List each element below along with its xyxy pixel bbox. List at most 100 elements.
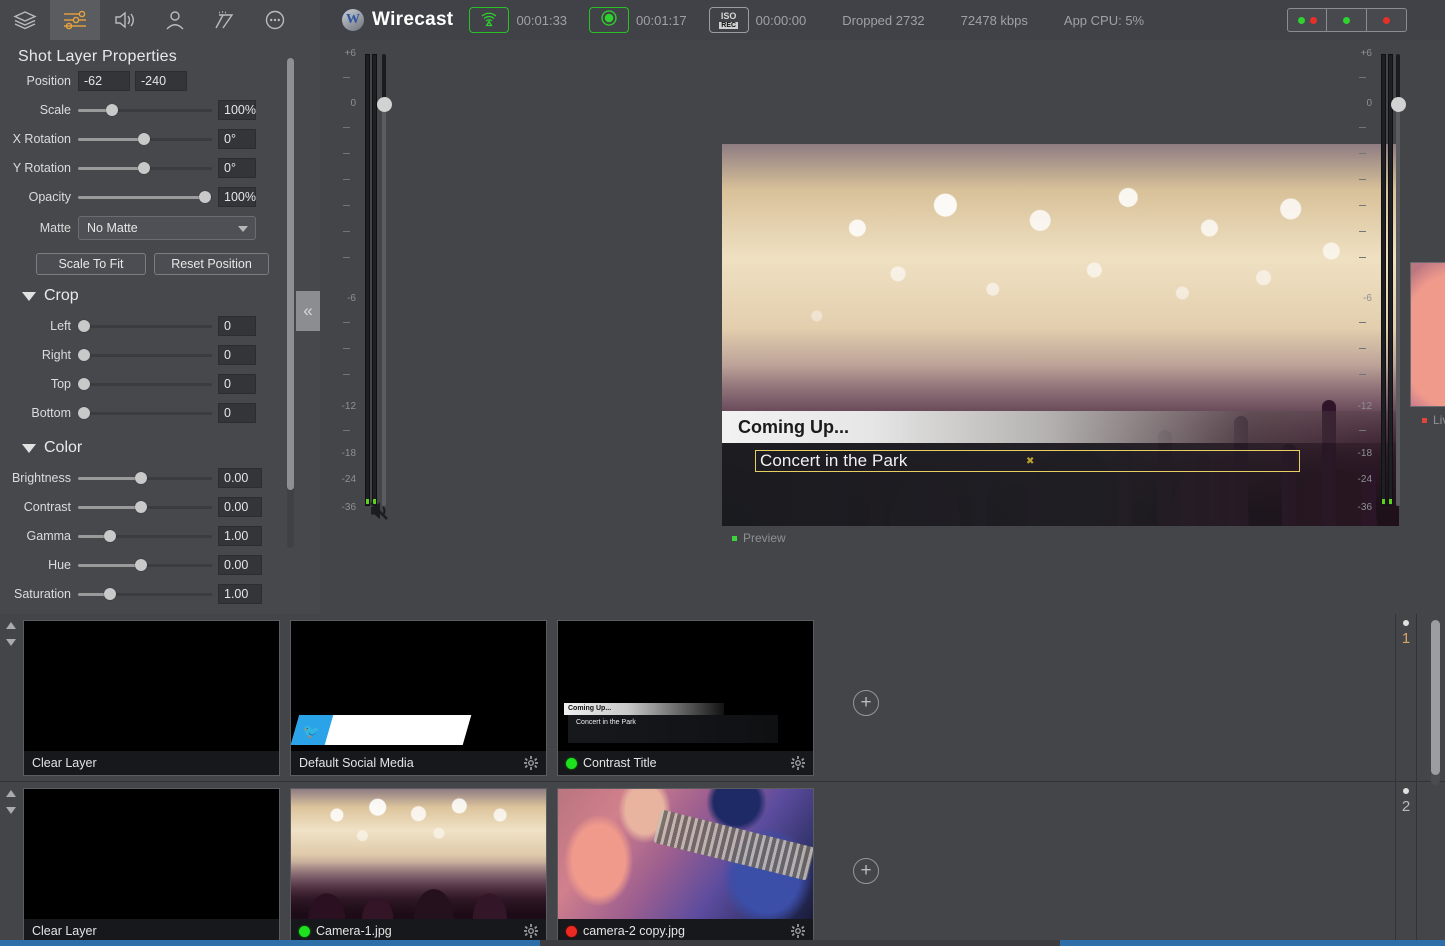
- brightness-value[interactable]: 0.00: [218, 468, 262, 488]
- hue-slider[interactable]: [78, 555, 212, 575]
- shot-thumbnail: [24, 789, 279, 919]
- add-shot-button-row-2[interactable]: +: [853, 858, 879, 884]
- crop-bottom-slider[interactable]: [78, 403, 212, 423]
- shot-name: Default Social Media: [299, 756, 518, 770]
- add-shot-button-row-1[interactable]: +: [853, 690, 879, 716]
- saturation-slider[interactable]: [78, 584, 212, 604]
- shot-default-social-media[interactable]: 🐦 Default Social Media: [290, 620, 547, 776]
- crop-bottom-value[interactable]: 0: [218, 403, 256, 423]
- meter-tick: -18: [1358, 448, 1372, 459]
- collapse-panel-button[interactable]: «: [296, 291, 320, 331]
- preview-volume-fader[interactable]: [382, 54, 386, 506]
- contrast-value[interactable]: 0.00: [218, 497, 262, 517]
- brightness-row: Brightness 0.00: [0, 463, 320, 492]
- live-volume-fader[interactable]: [1396, 54, 1400, 506]
- broadcast-status-button[interactable]: [469, 7, 509, 33]
- gamma-slider[interactable]: [78, 526, 212, 546]
- crop-right-value[interactable]: 0: [218, 345, 256, 365]
- crop-top-slider[interactable]: [78, 374, 212, 394]
- shot-camera-1[interactable]: Camera-1.jpg: [290, 788, 547, 944]
- shots-scrollbar[interactable]: [1431, 620, 1440, 785]
- move-down-icon[interactable]: [6, 807, 16, 814]
- crop-right-slider[interactable]: [78, 345, 212, 365]
- tab-more[interactable]: [250, 0, 300, 40]
- move-up-icon[interactable]: [6, 622, 16, 629]
- meter-tick: -6: [1363, 293, 1372, 304]
- contrast-slider[interactable]: [78, 497, 212, 517]
- meter-tick: -12: [342, 401, 356, 412]
- x-rotation-value[interactable]: 0°: [218, 129, 256, 149]
- inspector-tab-bar: [0, 0, 320, 40]
- chevron-down-icon: [238, 226, 248, 232]
- gamma-row: Gamma 1.00: [0, 521, 320, 550]
- crop-section-header[interactable]: Crop: [0, 275, 320, 311]
- record-timer: 00:01:17: [636, 13, 687, 28]
- brightness-slider[interactable]: [78, 468, 212, 488]
- position-x-input[interactable]: -62: [78, 71, 130, 91]
- gamma-value[interactable]: 1.00: [218, 526, 262, 546]
- crop-top-value[interactable]: 0: [218, 374, 256, 394]
- meter-tick: -12: [1358, 401, 1372, 412]
- scale-slider[interactable]: [78, 100, 212, 120]
- iso-toggle-button[interactable]: [1367, 8, 1407, 32]
- y-rotation-value[interactable]: 0°: [218, 158, 256, 178]
- inspector-scrollbar[interactable]: [287, 58, 294, 548]
- gear-icon[interactable]: [791, 756, 805, 770]
- live-fader-knob[interactable]: [1391, 97, 1406, 112]
- tab-audio[interactable]: [100, 0, 150, 40]
- y-rotation-slider[interactable]: [78, 158, 212, 178]
- preview-label: Preview: [732, 531, 786, 545]
- layer-number-text: 2: [1402, 798, 1410, 815]
- matte-select[interactable]: No Matte: [78, 216, 256, 240]
- position-y-input[interactable]: -240: [135, 71, 187, 91]
- matte-label: Matte: [0, 221, 78, 235]
- shot-clear-layer-1[interactable]: Clear Layer: [23, 620, 280, 776]
- scale-value[interactable]: 100%: [218, 100, 256, 120]
- iso-rec-icon: ISO REC: [719, 12, 738, 29]
- stream-toggle-button[interactable]: [1287, 8, 1327, 32]
- shot-camera-2-copy[interactable]: camera-2 copy.jpg: [557, 788, 814, 944]
- move-up-icon[interactable]: [6, 790, 16, 797]
- anchor-handle-icon[interactable]: ✖: [1026, 456, 1034, 467]
- shot-clear-layer-2[interactable]: Clear Layer: [23, 788, 280, 944]
- live-label-text: Live: [1433, 413, 1445, 427]
- hue-row: Hue 0.00: [0, 550, 320, 579]
- top-status-bar: W Wirecast 00:01:33 00:01:17 ISO REC 00:…: [320, 0, 1445, 40]
- mute-icon[interactable]: [368, 500, 394, 527]
- reset-position-button[interactable]: Reset Position: [154, 253, 269, 275]
- iso-record-button[interactable]: ISO REC: [709, 7, 749, 33]
- tab-chroma-key[interactable]: [150, 0, 200, 40]
- shot-contrast-title[interactable]: Coming Up... Concert in the Park Contras…: [557, 620, 814, 776]
- hue-value[interactable]: 0.00: [218, 555, 262, 575]
- scrollbar-thumb[interactable]: [1431, 620, 1440, 775]
- preview-canvas[interactable]: Coming Up... Concert in the Park ✖: [722, 144, 1399, 526]
- x-rotation-slider[interactable]: [78, 129, 212, 149]
- opacity-slider[interactable]: [78, 187, 212, 207]
- gear-icon[interactable]: [524, 924, 538, 938]
- crop-left-slider[interactable]: [78, 316, 212, 336]
- gear-icon[interactable]: [524, 756, 538, 770]
- record-toggle-button[interactable]: [1327, 8, 1367, 32]
- dropped-frames-status: Dropped 2732: [842, 13, 924, 28]
- gear-icon[interactable]: [791, 924, 805, 938]
- live-status-dot: [1422, 418, 1427, 423]
- subtitle-text-editor[interactable]: Concert in the Park ✖: [755, 450, 1300, 472]
- crop-left-row: Left 0: [0, 311, 320, 340]
- layer-number-2[interactable]: 2: [1395, 782, 1417, 946]
- record-status-button[interactable]: [589, 7, 629, 33]
- color-section-header[interactable]: Color: [0, 427, 320, 463]
- tab-shot-layer-properties[interactable]: [50, 0, 100, 40]
- move-down-icon[interactable]: [6, 639, 16, 646]
- preview-fader-knob[interactable]: [377, 97, 392, 112]
- live-canvas[interactable]: [1410, 262, 1445, 407]
- saturation-value[interactable]: 1.00: [218, 584, 262, 604]
- scrollbar-thumb[interactable]: [287, 58, 294, 490]
- opacity-value[interactable]: 100%: [218, 187, 256, 207]
- brightness-label: Brightness: [0, 471, 78, 485]
- layer-number-1[interactable]: 1: [1395, 614, 1417, 781]
- title-overlay-band: Coming Up...: [722, 411, 1399, 443]
- scale-to-fit-button[interactable]: Scale To Fit: [36, 253, 146, 275]
- tab-layers[interactable]: [0, 0, 50, 40]
- tab-titles[interactable]: [200, 0, 250, 40]
- crop-left-value[interactable]: 0: [218, 316, 256, 336]
